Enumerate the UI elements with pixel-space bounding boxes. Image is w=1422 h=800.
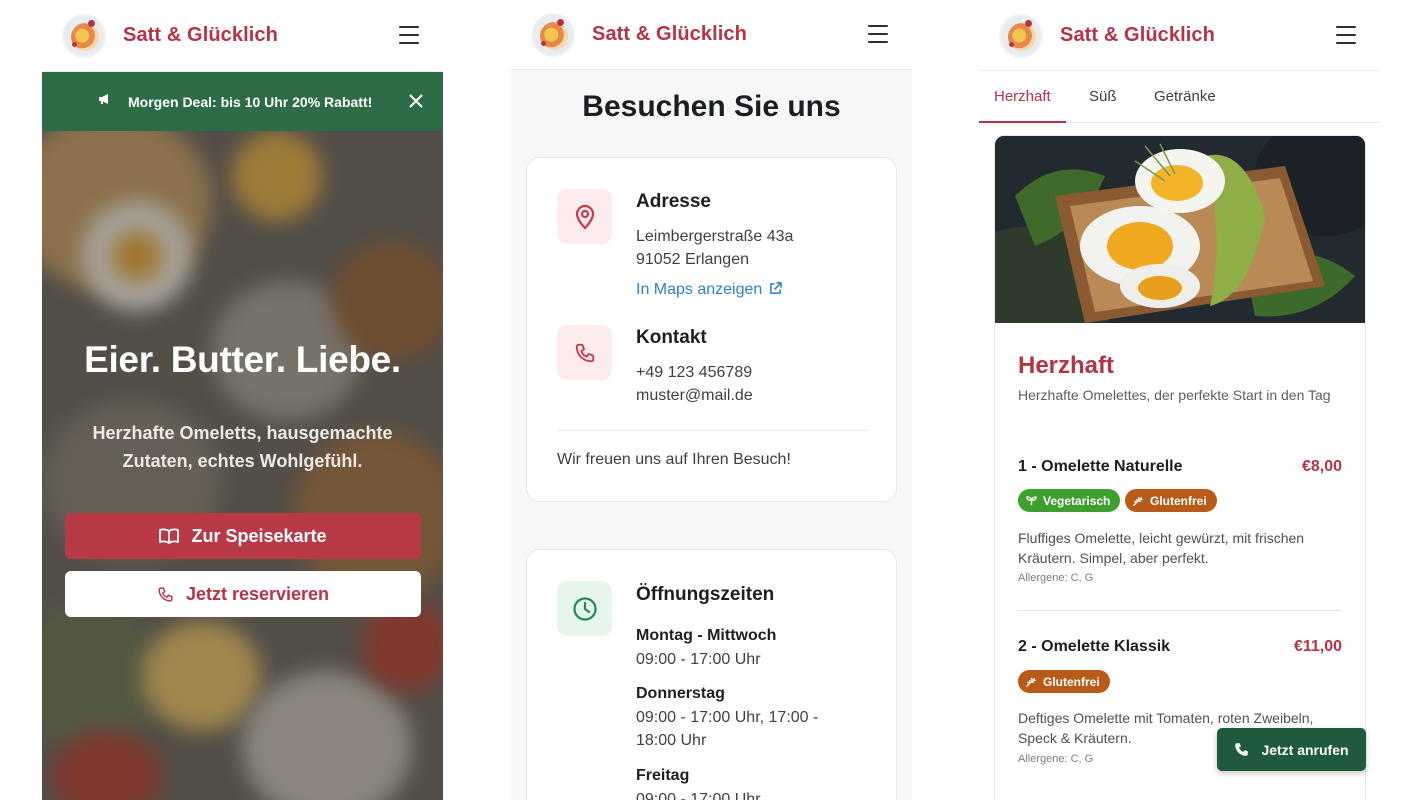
badge-label: Glutenfrei (1150, 493, 1207, 508)
menu-screen: Satt & Glücklich Herzhaft Süß Getränke H… (979, 0, 1380, 800)
address-line-2: 91052 Erlangen (636, 251, 749, 268)
menu-item-name: 2 - Omelette Klassik (1018, 638, 1171, 655)
badge-label: Vegetarisch (1043, 493, 1111, 508)
tab-herzhaft[interactable]: Herzhaft (994, 88, 1051, 105)
menu-item-name: 1 - Omelette Naturelle (1018, 458, 1183, 475)
logo[interactable] (999, 13, 1043, 58)
egg-toast-photo (995, 136, 1365, 323)
location-pin-icon (557, 189, 612, 244)
hero-section: Eier. Butter. Liebe. Herzhafte Omeletts,… (42, 131, 443, 800)
external-link-icon (769, 282, 782, 294)
menu-item-price: €11,00 (1293, 638, 1342, 655)
maps-link-label: In Maps anzeigen (636, 281, 763, 298)
section-title: Herzhaft (1018, 352, 1115, 379)
hours-title: Öffnungszeiten (636, 584, 775, 605)
address-contact-card: Adresse Leimbergerstraße 43a 91052 Erlan… (526, 157, 897, 502)
contact-email[interactable]: muster@mail.de (636, 384, 753, 407)
maps-link[interactable]: In Maps anzeigen (636, 281, 782, 299)
hero-subtitle: Herzhafte Omeletts, hausgemachte Zutaten… (92, 423, 393, 471)
brand-name[interactable]: Satt & Glücklich (123, 24, 278, 47)
menu-button[interactable]: Zur Speisekarte (65, 513, 421, 559)
hours-card: Öffnungszeiten Montag - Mittwoch 09:00 -… (526, 549, 897, 800)
book-icon (159, 528, 180, 544)
hours-day: Freitag (636, 767, 690, 784)
close-icon[interactable] (409, 90, 423, 114)
divider (1018, 610, 1341, 611)
hamburger-menu-icon[interactable] (868, 25, 888, 43)
menu-section-card: Herzhaft Herzhafte Omelettes, der perfek… (994, 135, 1366, 800)
call-now-label: Jetzt anrufen (1261, 741, 1349, 758)
deal-text: Morgen Deal: bis 10 Uhr 20% Rabatt! (128, 93, 373, 110)
reserve-button[interactable]: Jetzt reservieren (65, 571, 421, 617)
hours-time: 09:00 - 17:00 Uhr (636, 651, 761, 668)
menu-item-allergens: Allergene: C, G (1018, 753, 1094, 765)
contact-title: Kontakt (636, 327, 707, 348)
site-header: Satt & Glücklich (979, 0, 1380, 72)
category-tabs: Herzhaft Süß Getränke (979, 70, 1380, 123)
menu-item-price: €8,00 (1301, 458, 1342, 475)
page-title: Besuchen Sie uns (582, 90, 841, 123)
section-subtitle: Herzhafte Omelettes, der perfekte Start … (1018, 387, 1331, 403)
reserve-button-label: Jetzt reservieren (185, 583, 330, 604)
call-now-button[interactable]: Jetzt anrufen (1217, 728, 1366, 771)
wheat-icon (1133, 497, 1143, 506)
menu-button-label: Zur Speisekarte (191, 525, 327, 546)
contact-phone[interactable]: +49 123 456789 (636, 361, 752, 384)
site-header: Satt & Glücklich (42, 0, 443, 72)
tab-getraenke[interactable]: Getränke (1154, 88, 1216, 105)
badge-gluten-free: Glutenfrei (1018, 670, 1110, 693)
home-screen: Satt & Glücklich Morgen Deal: bis 10 Uhr… (42, 0, 443, 800)
visit-screen: Satt & Glücklich Besuchen Sie uns Adress… (511, 0, 912, 800)
sprout-icon (1026, 496, 1037, 506)
closing-text: Wir freuen uns auf Ihren Besuch! (557, 451, 791, 468)
hours-time: 18:00 Uhr (636, 732, 707, 749)
menu-item-allergens: Allergene: C, G (1018, 572, 1094, 584)
megaphone-icon (98, 93, 112, 108)
active-tab-indicator (979, 121, 1066, 123)
logo[interactable] (531, 12, 575, 57)
logo[interactable] (62, 13, 106, 58)
phone-icon (557, 325, 612, 380)
menu-item-description: Fluffiges Omelette, leicht gewürzt, mit … (1018, 530, 1305, 566)
hamburger-menu-icon[interactable] (1336, 26, 1356, 44)
clock-icon (557, 581, 612, 636)
brand-name[interactable]: Satt & Glücklich (592, 23, 747, 46)
badge-vegetarian: Vegetarisch (1018, 489, 1121, 512)
divider (557, 430, 868, 431)
hours-day: Montag - Mittwoch (636, 627, 777, 644)
phone-icon (158, 586, 173, 602)
hours-time: 09:00 - 17:00 Uhr, 17:00 - (636, 709, 819, 726)
brand-name[interactable]: Satt & Glücklich (1060, 24, 1215, 47)
address-line-1: Leimbergerstraße 43a (636, 228, 794, 245)
hours-day: Donnerstag (636, 685, 725, 702)
phone-icon (1235, 743, 1249, 756)
site-header: Satt & Glücklich (511, 0, 912, 70)
badge-gluten-free: Glutenfrei (1125, 489, 1217, 512)
tab-suess[interactable]: Süß (1089, 88, 1117, 105)
address-title: Adresse (636, 191, 711, 212)
hero-title: Eier. Butter. Liebe. (84, 339, 401, 380)
hamburger-menu-icon[interactable] (399, 26, 419, 44)
badge-label: Glutenfrei (1043, 674, 1100, 689)
hours-time: 09:00 - 17:00 Uhr (636, 791, 761, 800)
deal-banner: Morgen Deal: bis 10 Uhr 20% Rabatt! (42, 72, 443, 131)
wheat-icon (1026, 678, 1036, 687)
